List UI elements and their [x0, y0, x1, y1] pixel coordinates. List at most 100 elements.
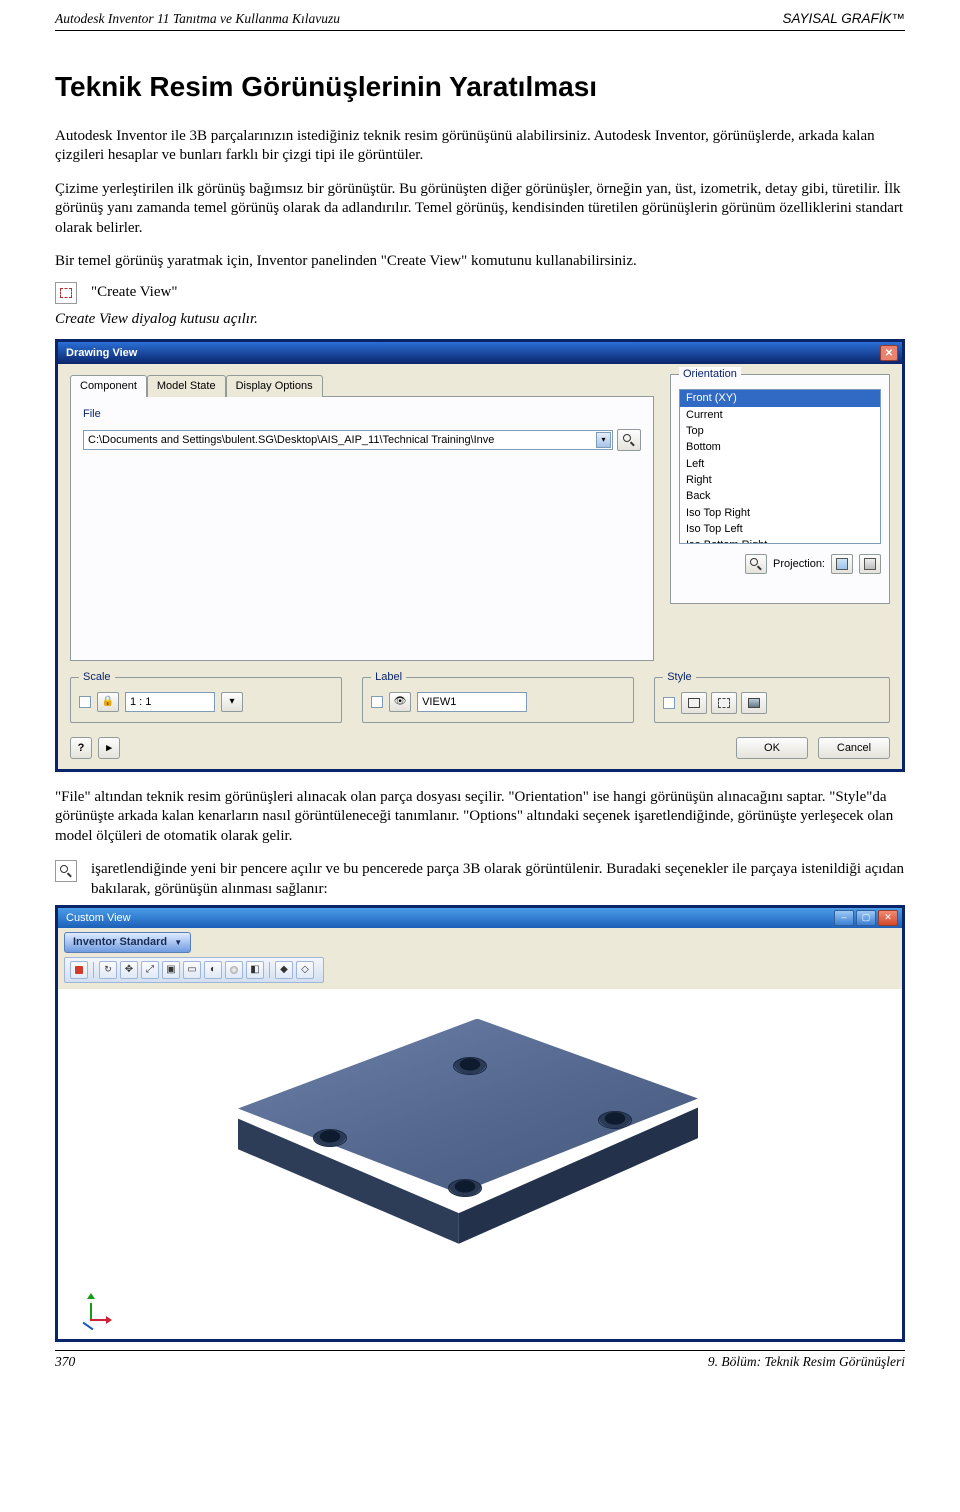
label-group: Label 👁 [362, 677, 634, 723]
maximize-icon[interactable]: ▢ [856, 910, 876, 926]
help-button[interactable]: ? [70, 737, 92, 759]
hole-icon [448, 1179, 482, 1197]
zoom-all-icon: ▣ [166, 963, 175, 976]
tab-component[interactable]: Component [70, 375, 147, 396]
close-icon[interactable]: ✕ [880, 345, 898, 361]
separator [269, 962, 270, 978]
ok-button[interactable]: OK [736, 737, 808, 759]
style-checkbox[interactable] [663, 697, 675, 709]
zoom-selected-icon: ◐ [210, 963, 216, 976]
zoom-window-button[interactable]: ▭ [183, 961, 201, 979]
zoom-selected-button[interactable]: ◐ [204, 961, 222, 979]
ribbon-label: Inventor Standard [73, 936, 167, 948]
orbit-button[interactable] [225, 961, 243, 979]
page-number: 370 [55, 1353, 75, 1371]
orientation-item[interactable]: Front (XY) [680, 390, 880, 406]
custom-view-button[interactable] [745, 554, 767, 574]
zoom-button[interactable]: ⤢ [141, 961, 159, 979]
shaded-button[interactable]: ◆ [275, 961, 293, 979]
orientation-item[interactable]: Top [680, 423, 880, 439]
hole-icon [313, 1129, 347, 1147]
header-divider [55, 30, 905, 31]
label-label: Label [371, 670, 406, 684]
scale-lock-icon[interactable]: 🔒 [97, 692, 119, 712]
options-button[interactable]: ▸ [98, 737, 120, 759]
magnifier-icon [55, 860, 77, 882]
tab-model-state[interactable]: Model State [147, 375, 226, 396]
dialog-titlebar[interactable]: Drawing View ✕ [58, 342, 902, 364]
close-icon[interactable]: ✕ [878, 910, 898, 926]
search-icon [60, 865, 72, 877]
orientation-item[interactable]: Left [680, 456, 880, 472]
footer-section: 9. Bölüm: Teknik Resim Görünüşleri [708, 1353, 905, 1371]
after-create-view-text: Create View diyalog kutusu açılır. [55, 311, 258, 327]
rotate-button[interactable]: ↻ [99, 961, 117, 979]
separator [93, 962, 94, 978]
orientation-label: Orientation [679, 367, 741, 381]
file-path-value: C:\Documents and Settings\bulent.SG\Desk… [88, 434, 494, 446]
explain-para-2: işaretlendiğinde yeni bir pencere açılır… [91, 860, 905, 899]
orientation-listbox[interactable]: Front (XY) Current Top Bottom Left Right… [679, 389, 881, 544]
scale-input[interactable] [125, 692, 215, 712]
dialog-buttons-row: ? ▸ OK Cancel [70, 737, 890, 759]
axis-gizmo-icon [74, 1293, 108, 1327]
minimize-icon[interactable]: – [834, 910, 854, 926]
orientation-group: Orientation Front (XY) Current Top Botto… [670, 374, 890, 604]
scale-checkbox[interactable] [79, 696, 91, 708]
custom-view-title: Custom View [66, 911, 131, 925]
custom-view-titlebar[interactable]: Custom View – ▢ ✕ [58, 908, 902, 928]
tab-panel-component: File C:\Documents and Settings\bulent.SG… [70, 396, 654, 661]
orientation-item[interactable]: Bottom [680, 439, 880, 455]
custom-view-toolbar-area: Inventor Standard ▼ ↻ ✥ ⤢ ▣ ▭ ◐ ◧ ◆ ◇ [58, 928, 902, 988]
header-right: SAYISAL GRAFİK™ [782, 10, 905, 28]
part-model [238, 1019, 718, 1319]
intro-para-2: Çizime yerleştirilen ilk görünüş bağımsı… [55, 180, 905, 239]
zoom-all-button[interactable]: ▣ [162, 961, 180, 979]
look-at-button[interactable]: ◧ [246, 961, 264, 979]
wireframe-button[interactable]: ◇ [296, 961, 314, 979]
intro-para-3: Bir temel görünüş yaratmak için, Invento… [55, 252, 905, 272]
search-icon [750, 558, 762, 570]
chevron-down-icon[interactable]: ▾ [596, 432, 611, 448]
orientation-item[interactable]: Back [680, 488, 880, 504]
file-path-dropdown[interactable]: C:\Documents and Settings\bulent.SG\Desk… [83, 430, 613, 450]
file-label: File [83, 407, 641, 421]
orientation-item[interactable]: Iso Top Right [680, 505, 880, 521]
exit-button[interactable] [70, 961, 88, 979]
create-view-icon-row: "Create View" [55, 282, 905, 304]
label-visibility-icon[interactable]: 👁 [389, 692, 411, 712]
scale-dropdown-icon[interactable]: ▾ [221, 692, 243, 712]
label-checkbox[interactable] [371, 696, 383, 708]
zoom-icon: ⤢ [146, 963, 154, 976]
projection-first-angle-button[interactable] [831, 554, 853, 574]
orientation-item[interactable]: Iso Top Left [680, 521, 880, 537]
intro-para-1: Autodesk Inventor ile 3B parçalarınızın … [55, 127, 905, 166]
wireframe-icon: ◇ [301, 963, 309, 976]
custom-view-icon-row: işaretlendiğinde yeni bir pencere açılır… [55, 860, 905, 899]
dashed-rect-icon [60, 288, 72, 298]
pan-button[interactable]: ✥ [120, 961, 138, 979]
orientation-item[interactable]: Right [680, 472, 880, 488]
cancel-button[interactable]: Cancel [818, 737, 890, 759]
orientation-item[interactable]: Iso Bottom Right [680, 537, 880, 544]
page-title: Teknik Resim Görünüşlerinin Yaratılması [55, 69, 905, 105]
style-hidden-off-button[interactable] [711, 692, 737, 714]
header-left: Autodesk Inventor 11 Tanıtma ve Kullanma… [55, 10, 340, 28]
cube-icon [718, 698, 730, 708]
custom-view-canvas[interactable] [58, 989, 902, 1339]
ribbon-tab-standard[interactable]: Inventor Standard ▼ [64, 932, 191, 952]
orientation-item[interactable]: Current [680, 407, 880, 423]
browse-button[interactable] [617, 429, 641, 451]
explain-para-1: "File" altından teknik resim görünüşleri… [55, 788, 905, 847]
scale-label: Scale [79, 670, 115, 684]
dialog-tabs: Component Model State Display Options [70, 374, 654, 395]
pan-icon: ✥ [125, 963, 133, 976]
label-input[interactable] [417, 692, 527, 712]
style-shaded-button[interactable] [741, 692, 767, 714]
style-hidden-on-button[interactable] [681, 692, 707, 714]
tab-display-options[interactable]: Display Options [226, 375, 323, 396]
dialog-bottom-groups: Scale 🔒 ▾ Label 👁 Style [70, 677, 890, 723]
projection-third-angle-button[interactable] [859, 554, 881, 574]
custom-view-toolbar: ↻ ✥ ⤢ ▣ ▭ ◐ ◧ ◆ ◇ [64, 957, 324, 983]
style-group: Style [654, 677, 890, 723]
